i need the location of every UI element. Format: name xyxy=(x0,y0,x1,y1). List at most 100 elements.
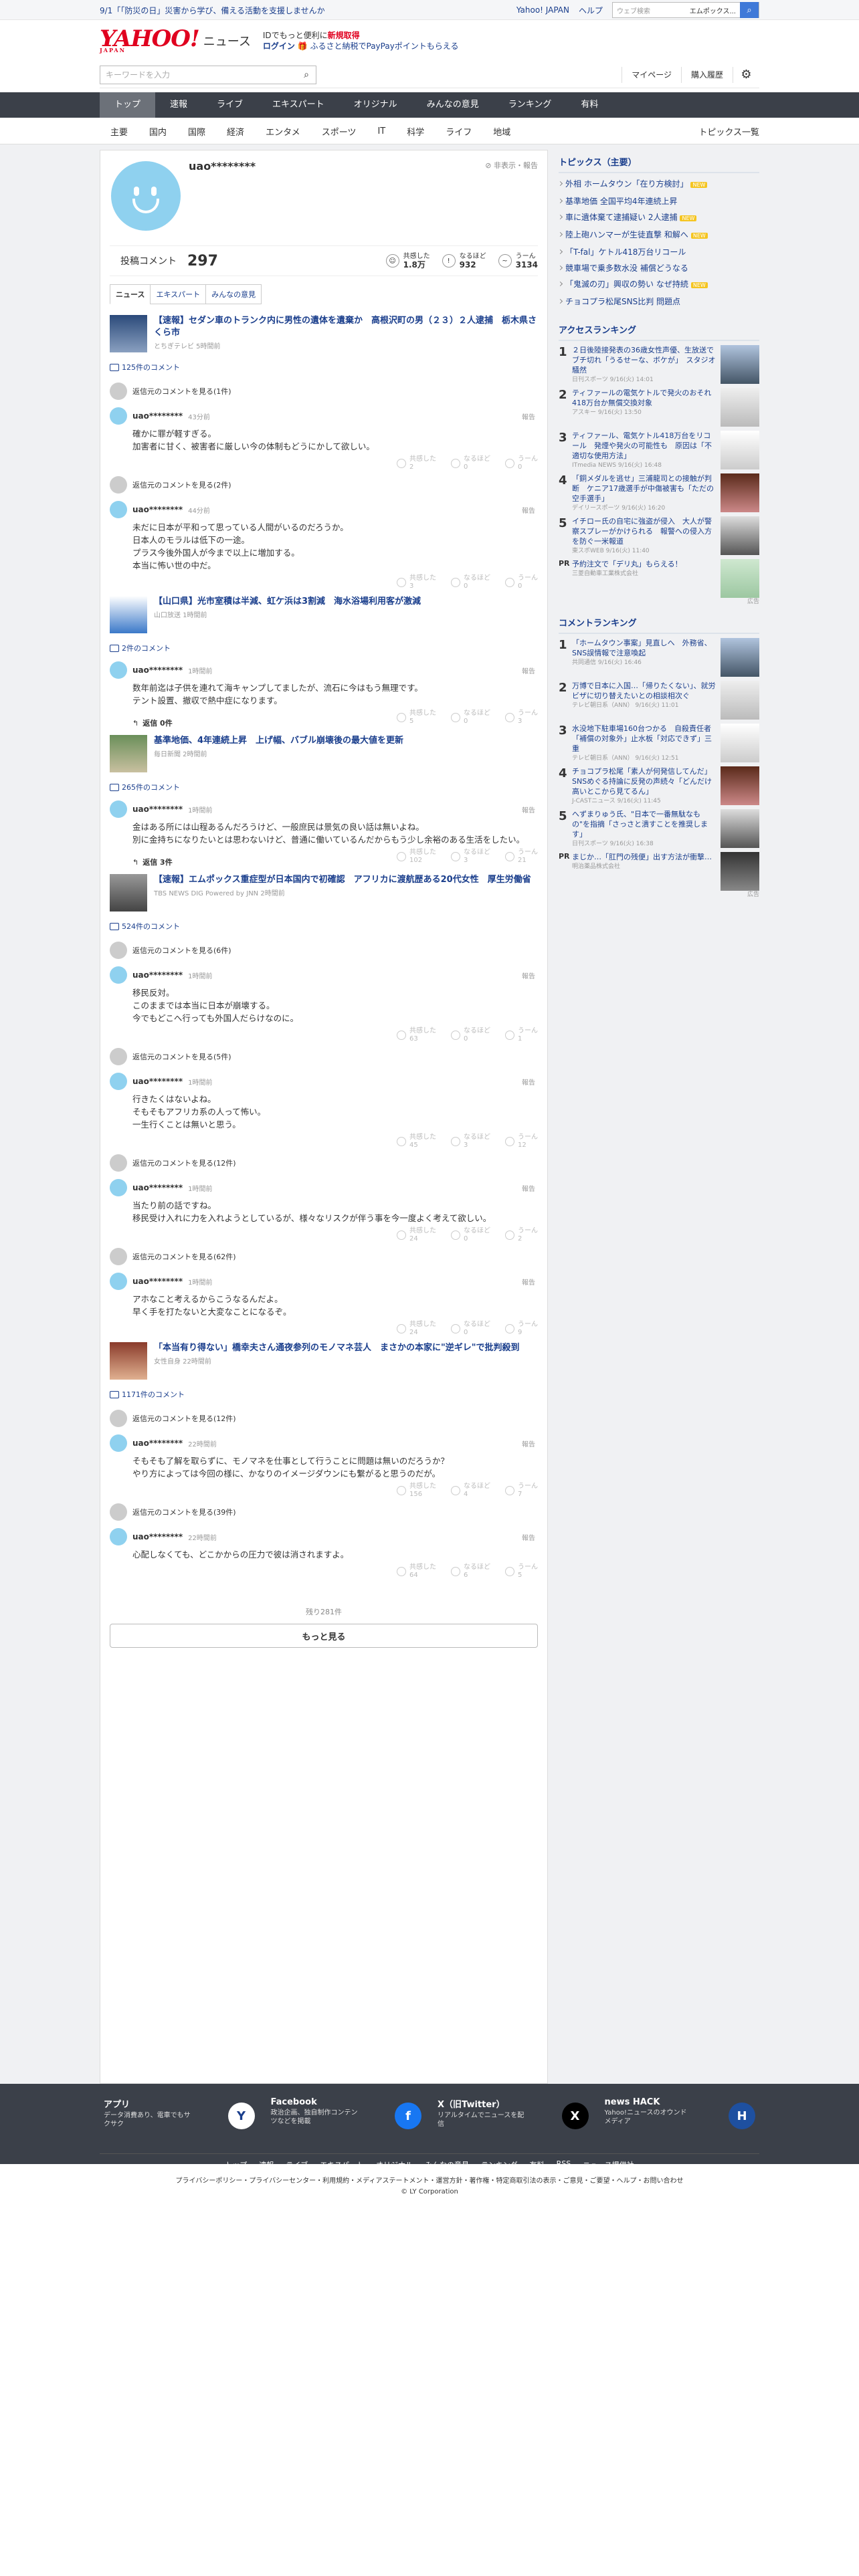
comment-count-link[interactable]: 524件のコメント xyxy=(110,921,538,932)
uun-button[interactable]: うーん 12 xyxy=(505,1134,538,1150)
tab-0[interactable]: ニュース xyxy=(110,284,151,304)
parent-comment-link[interactable]: 返信元のコメントを見る(39件) xyxy=(110,1499,538,1525)
footer-link[interactable]: ランキング xyxy=(481,2159,518,2170)
pr-ad-1[interactable]: PR 予約注文で「デリ丸」もらえる！ 三菱自動車工業株式会社 xyxy=(559,555,759,598)
search-icon[interactable]: ⌕ xyxy=(740,2,759,18)
article-0[interactable]: 【速報】セダン車のトランク内に男性の遺体を遺棄か 高根沢町の男（２３）２人逮捕 … xyxy=(110,310,538,358)
comment-ranking-item[interactable]: 1 「ホームタウン事案」見直しへ 外務省、SNS誤情報で注意喚起 共同通信 9/16… xyxy=(559,634,759,677)
footer-link[interactable]: 速報 xyxy=(259,2159,274,2170)
gnav-item[interactable]: 速報 xyxy=(155,92,202,118)
snav-item[interactable]: 国内 xyxy=(138,125,177,138)
article-4[interactable]: 「本当有り得ない」橋幸夫さん通夜参列のモノマネ芸人 まさかの本家に"逆ギレ"で批… xyxy=(110,1337,538,1385)
snav-item[interactable]: エンタメ xyxy=(255,125,311,138)
article-title[interactable]: 基準地価、4年連続上昇 上げ幅、バブル崩壊後の最大値を更新 xyxy=(154,735,403,747)
access-ranking-item[interactable]: 4 「銅メダルを逃せ」三浦龍司との接触が判断 ケニア17歳選手が中傷被害も「ただの… xyxy=(559,469,759,512)
footer-block[interactable]: アプリ データ消費あり、電車でもサクサク Y xyxy=(100,2095,259,2133)
parent-comment-link[interactable]: 返信元のコメントを見る(62件) xyxy=(110,1243,538,1270)
purchase-history-button[interactable]: 購入履歴 xyxy=(680,66,733,83)
comment-count-link[interactable]: 125件のコメント xyxy=(110,362,538,372)
yahoo-japan-link[interactable]: Yahoo! JAPAN xyxy=(516,5,569,15)
report-link[interactable]: 報告 xyxy=(522,1277,535,1287)
web-search-input[interactable]: ウェブ検索 エムポックス... xyxy=(613,5,740,15)
uun-button[interactable]: うーん 5 xyxy=(505,1564,538,1580)
tab-2[interactable]: みんなの意見 xyxy=(205,284,262,304)
footer-link[interactable]: オリジナル xyxy=(376,2159,413,2170)
empathy-button[interactable]: 共感した 156 xyxy=(397,1483,436,1499)
report-link[interactable]: 報告 xyxy=(522,970,535,980)
uun-button[interactable]: うーん 21 xyxy=(505,849,538,865)
naruhodo-button[interactable]: なるほど 0 xyxy=(451,1027,490,1043)
parent-comment-link[interactable]: 返信元のコメントを見る(12件) xyxy=(110,1150,538,1176)
parent-comment-link[interactable]: 返信元のコメントを見る(5件) xyxy=(110,1043,538,1070)
snav-item[interactable]: 経済 xyxy=(216,125,255,138)
web-search[interactable]: ウェブ検索 エムポックス... ⌕ xyxy=(612,2,759,18)
topic-item[interactable]: 「鬼滅の刃」興収の勢い なぜ持続 NEW xyxy=(559,276,759,294)
snav-item[interactable]: ライフ xyxy=(435,125,482,138)
gnav-item[interactable]: トップ xyxy=(100,92,156,118)
empathy-button[interactable]: 共感した 2 xyxy=(397,455,436,471)
empathy-button[interactable]: 共感した 24 xyxy=(397,1321,436,1337)
footer-link[interactable]: エキスパート xyxy=(320,2159,364,2170)
comment-count-link[interactable]: 2件のコメント xyxy=(110,643,538,653)
comment-count-link[interactable]: 265件のコメント xyxy=(110,782,538,792)
gnav-item[interactable]: みんなの意見 xyxy=(412,92,494,118)
naruhodo-button[interactable]: なるほど 0 xyxy=(451,1227,490,1243)
legal-links[interactable]: プライバシーポリシー・プライバシーセンター・利用規約・メディアステートメント・運… xyxy=(0,2176,859,2187)
report-link[interactable]: 報告 xyxy=(522,665,535,675)
signup-link[interactable]: 新規取得 xyxy=(328,31,360,40)
login-link[interactable]: ログイン xyxy=(263,41,295,51)
topics-list-link[interactable]: トピックス一覧 xyxy=(698,125,759,138)
naruhodo-button[interactable]: なるほど 0 xyxy=(451,1321,490,1337)
topic-item[interactable]: 基準地価 全国平均4年連続上昇 xyxy=(559,193,759,209)
report-link[interactable]: 報告 xyxy=(522,1183,535,1193)
article-title[interactable]: 「本当有り得ない」橋幸夫さん通夜参列のモノマネ芸人 まさかの本家に"逆ギレ"で批… xyxy=(154,1342,520,1354)
topic-item[interactable]: 車に遺体棄て逮捕疑い 2人逮捕 NEW xyxy=(559,209,759,227)
footer-link[interactable]: ニュース提供社 xyxy=(583,2159,634,2170)
report-link[interactable]: 報告 xyxy=(522,1532,535,1542)
empathy-button[interactable]: 共感した 63 xyxy=(397,1027,436,1043)
gnav-item[interactable]: 有料 xyxy=(566,92,613,118)
topic-item[interactable]: 「T-fal」ケトル418万台リコール xyxy=(559,244,759,260)
yahoo-logo[interactable]: YAHOO! JAPAN xyxy=(100,27,200,53)
snav-item[interactable]: IT xyxy=(367,126,396,136)
gnav-item[interactable]: ライブ xyxy=(202,92,258,118)
empathy-button[interactable]: 共感した 5 xyxy=(397,710,436,726)
search-icon[interactable]: ⌕ xyxy=(297,70,316,80)
keyword-input[interactable]: キーワードを入力 xyxy=(100,69,297,80)
naruhodo-button[interactable]: なるほど 4 xyxy=(451,1483,490,1499)
footer-link[interactable]: 有料 xyxy=(530,2159,545,2170)
footer-block[interactable]: news HACK Yahoo!ニュースのオウンドメディア H xyxy=(601,2095,760,2133)
naruhodo-button[interactable]: なるほど 3 xyxy=(451,1134,490,1150)
naruhodo-button[interactable]: なるほど 0 xyxy=(451,574,490,591)
empathy-button[interactable]: 共感した 102 xyxy=(397,849,436,865)
mypage-button[interactable]: マイページ xyxy=(622,66,681,83)
uun-button[interactable]: うーん 2 xyxy=(505,1227,538,1243)
help-link[interactable]: ヘルプ xyxy=(579,5,603,16)
gnav-item[interactable]: オリジナル xyxy=(339,92,412,118)
comment-ranking-item[interactable]: 3 水没地下駐車場160台つかる 自殺責任者「補償の対象外」止水板「対応できず」三… xyxy=(559,720,759,762)
gnav-item[interactable]: エキスパート xyxy=(258,92,339,118)
footer-link[interactable]: トップ xyxy=(225,2159,247,2170)
report-link[interactable]: 報告 xyxy=(522,1438,535,1448)
hide-report-link[interactable]: ⊘ 非表示・報告 xyxy=(485,160,538,171)
snav-item[interactable]: 国際 xyxy=(177,125,216,138)
keyword-search[interactable]: キーワードを入力 ⌕ xyxy=(100,65,316,84)
article-3[interactable]: 【速報】エムポックス重症型が日本国内で初確認 アフリカに渡航歴ある20代女性 厚… xyxy=(110,869,538,917)
tab-1[interactable]: エキスパート xyxy=(150,284,207,304)
comment-ranking-item[interactable]: 5 へずまりゅう氏、"日本で一番無駄なもの"を指摘「さっさと潰すことを推奨します」… xyxy=(559,805,759,848)
report-link[interactable]: 報告 xyxy=(522,505,535,515)
parent-comment-link[interactable]: 返信元のコメントを見る(6件) xyxy=(110,937,538,964)
uun-button[interactable]: うーん 0 xyxy=(505,455,538,471)
parent-comment-link[interactable]: 返信元のコメントを見る(1件) xyxy=(110,378,538,405)
topic-item[interactable]: 外相 ホームタウン「在り方検討」 NEW xyxy=(559,176,759,193)
furusato-link[interactable]: ふるさと納税でPayPayポイントもらえる xyxy=(310,41,459,51)
comment-count-link[interactable]: 1171件のコメント xyxy=(110,1389,538,1400)
access-ranking-item[interactable]: 5 イチロー氏の自宅に強盗が侵入 大人が警察スプレーがかけられる 報警への侵入方を… xyxy=(559,512,759,555)
gnav-item[interactable]: ランキング xyxy=(494,92,567,118)
empathy-button[interactable]: 共感した 45 xyxy=(397,1134,436,1150)
parent-comment-link[interactable]: 返信元のコメントを見る(2件) xyxy=(110,471,538,498)
parent-comment-link[interactable]: 返信元のコメントを見る(12件) xyxy=(110,1405,538,1432)
uun-button[interactable]: うーん 0 xyxy=(505,574,538,591)
article-title[interactable]: 【速報】セダン車のトランク内に男性の遺体を遺棄か 高根沢町の男（２３）２人逮捕 … xyxy=(154,315,538,339)
article-title[interactable]: 【山口県】光市室積は半減、虹ケ浜は3割減 海水浴場利用客が激減 xyxy=(154,596,421,608)
